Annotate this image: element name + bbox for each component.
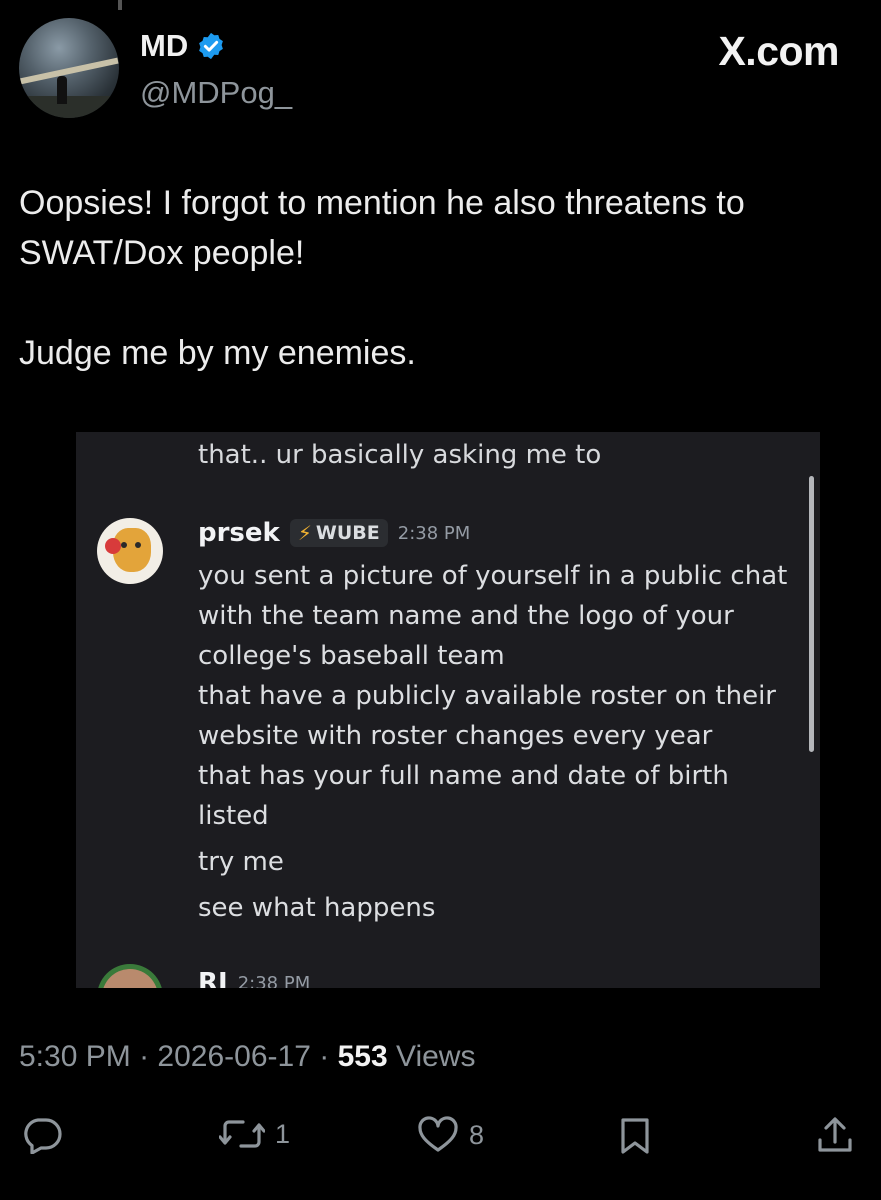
meta-separator: · [139, 1040, 150, 1073]
author-handle[interactable]: @MDPog_ [140, 75, 292, 111]
message-header: prsek ⚡ WUBE 2:38 PM [198, 518, 470, 548]
next-message-username: RJ [198, 968, 228, 988]
message-time: 2:38 PM [397, 522, 471, 544]
next-avatar-face-shape [102, 969, 158, 988]
chat-scrollbar [809, 476, 814, 752]
reply-icon[interactable] [21, 1116, 63, 1154]
message-line: that has your full name and date of birt… [198, 761, 729, 791]
message-line: see what happens [198, 893, 436, 923]
message-line: try me [198, 847, 284, 877]
server-tag: ⚡ WUBE [289, 519, 388, 547]
avatar-bridge-shape [19, 57, 119, 85]
avatar-ball-shape [105, 538, 121, 554]
next-message-avatar [97, 964, 163, 988]
verified-badge-icon [196, 31, 226, 61]
avatar-eye-shape [121, 542, 127, 548]
share-button[interactable] [815, 1116, 855, 1156]
embedded-screenshot[interactable]: that.. ur basically asking me to prsek ⚡… [76, 432, 820, 988]
tweet-date[interactable]: 2026-06-17 [157, 1040, 310, 1073]
like-count: 8 [469, 1119, 485, 1150]
views-label: Views [395, 1040, 476, 1073]
author-avatar[interactable] [19, 18, 119, 118]
previous-message-line: that.. ur basically asking me to [198, 440, 602, 470]
bookmark-button[interactable] [617, 1116, 653, 1156]
retweet-icon[interactable] [219, 1116, 265, 1152]
message-line: college's baseball team [198, 641, 505, 671]
meta-separator: · [319, 1040, 330, 1073]
avatar-person-shape [57, 76, 67, 104]
avatar-ground-shape [19, 96, 119, 118]
tweet-text: Oopsies! I forgot to mention he also thr… [19, 184, 745, 372]
next-message-time: 2:38 PM [237, 972, 311, 989]
retweet-button[interactable]: 1 [219, 1116, 290, 1152]
message-line: with the team name and the logo of your [198, 601, 734, 631]
reply-button[interactable] [21, 1116, 63, 1154]
bookmark-icon[interactable] [617, 1116, 653, 1156]
retweet-count: 1 [275, 1118, 291, 1149]
x-com-text: X.com [718, 28, 839, 74]
message-avatar [97, 518, 163, 584]
author-name[interactable]: MD [140, 28, 188, 64]
x-com-watermark: X.com [718, 28, 839, 75]
views-count: 553 [337, 1040, 388, 1073]
message-username: prsek [198, 518, 280, 548]
heart-icon[interactable] [417, 1116, 459, 1154]
next-message-header: RJ 2:38 PM [198, 968, 310, 988]
lightning-icon: ⚡ [297, 521, 312, 545]
message-line: that have a publicly available roster on… [198, 681, 776, 711]
message-line: you sent a picture of yourself in a publ… [198, 561, 788, 591]
message-line: website with roster changes every year [198, 721, 713, 751]
message-line: listed [198, 801, 269, 831]
tweet-meta: 5:30 PM · 2026-06-17 · 553 Views [19, 1040, 475, 1074]
server-tag-label: WUBE [315, 522, 380, 544]
share-icon[interactable] [815, 1116, 855, 1156]
author-name-row[interactable]: MD [140, 28, 226, 64]
tweet-actions: 1 8 [19, 1106, 859, 1166]
avatar-eye-shape [135, 542, 141, 548]
thread-connector-line [118, 0, 122, 10]
tweet-time[interactable]: 5:30 PM [19, 1040, 131, 1073]
like-button[interactable]: 8 [417, 1116, 484, 1154]
message-body: you sent a picture of yourself in a publ… [198, 556, 798, 928]
